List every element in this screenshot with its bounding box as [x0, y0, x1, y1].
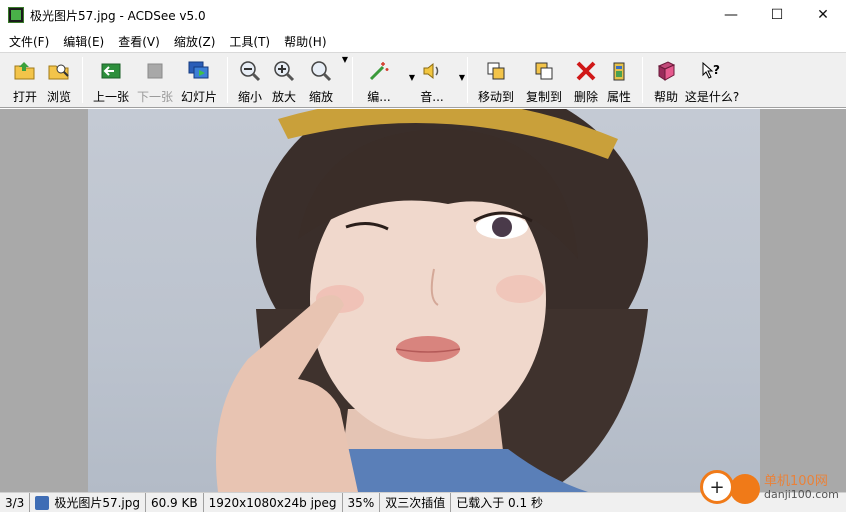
menu-bar: 文件(F) 编辑(E) 查看(V) 缩放(Z) 工具(T) 帮助(H): [0, 30, 846, 52]
menu-view[interactable]: 查看(V): [111, 33, 167, 50]
menu-zoom[interactable]: 缩放(Z): [167, 33, 223, 50]
jpg-file-icon: [35, 495, 50, 510]
zoom-out-button[interactable]: 缩小: [234, 53, 266, 105]
site-watermark: + 单机100网 danji100.com: [700, 466, 846, 512]
help-label: 帮助: [653, 90, 678, 104]
zoom-out-label: 缩小: [237, 90, 262, 104]
magic-wand-icon: [367, 59, 391, 83]
arrow-right-icon: [143, 59, 167, 83]
load-time: 已载入于 0.1 秒: [456, 496, 543, 510]
menu-tools[interactable]: 工具(T): [222, 33, 277, 50]
copy-icon: [532, 59, 556, 83]
copy-to-button[interactable]: 复制到: [522, 53, 566, 105]
zoom-level: 35%: [343, 492, 381, 512]
next-image-label: 下一张: [136, 90, 173, 104]
toolbar-separator: [642, 57, 643, 103]
delete-label: 删除: [573, 90, 598, 104]
title-bar: 极光图片57.jpg - ACDSee v5.0 — ☐ ✕: [0, 0, 846, 30]
audio-dropdown-icon[interactable]: ▼: [459, 73, 465, 82]
zoom-in-button[interactable]: 放大: [266, 53, 302, 105]
zoom-out-icon: [238, 59, 262, 83]
slideshow-button[interactable]: 幻灯片: [177, 53, 221, 105]
zoom-in-label: 放大: [271, 90, 296, 104]
file-name-cell: 极光图片57.jpg: [30, 492, 146, 512]
menu-file[interactable]: 文件(F): [2, 33, 56, 50]
copy-to-label: 复制到: [525, 90, 562, 104]
properties-label: 属性: [606, 90, 631, 104]
menu-help[interactable]: 帮助(H): [277, 33, 333, 50]
whats-this-label: 这是什么?: [684, 90, 740, 104]
whats-this-button[interactable]: ? 这是什么?: [683, 53, 741, 105]
toolbar-separator: [227, 57, 228, 103]
svg-text:?: ?: [713, 63, 720, 77]
watermark-plus-icon: +: [700, 470, 734, 504]
toolbar-separator: [82, 57, 83, 103]
delete-x-icon: [574, 59, 598, 83]
help-button[interactable]: 帮助: [649, 53, 683, 105]
open-label: 打开: [12, 90, 37, 104]
move-icon: [484, 59, 508, 83]
displayed-photo[interactable]: [88, 109, 760, 492]
watermark-logo-back: [730, 474, 760, 504]
slideshow-label: 幻灯片: [180, 90, 217, 104]
file-name: 极光图片57.jpg: [54, 496, 140, 510]
zoom-in-icon: [272, 59, 296, 83]
minimize-button[interactable]: —: [708, 0, 754, 30]
menu-edit[interactable]: 编辑(E): [56, 33, 111, 50]
close-button[interactable]: ✕: [800, 0, 846, 30]
image-dimensions: 1920x1080x24b jpeg: [204, 492, 343, 512]
open-button[interactable]: 打开: [8, 53, 42, 105]
next-image-button[interactable]: 下一张: [133, 53, 177, 105]
move-to-button[interactable]: 移动到: [474, 53, 518, 105]
whats-this-icon: ?: [700, 59, 724, 83]
maximize-button[interactable]: ☐: [754, 0, 800, 30]
zoom-icon: [309, 59, 333, 83]
browse-folder-icon: [47, 59, 71, 83]
properties-icon: [607, 59, 631, 83]
watermark-site-name: 单机100网: [764, 474, 828, 489]
toolbar: 打开 浏览 上一张 下一张 幻灯片 缩小 放大 缩放 ▼ 编... ▼ 音...…: [0, 52, 846, 108]
edit-button[interactable]: 编... ▼: [359, 53, 415, 105]
watermark-url: danji100.com: [764, 488, 839, 501]
image-viewer[interactable]: [0, 109, 846, 492]
interpolation-mode: 双三次插值: [380, 492, 452, 512]
browse-button[interactable]: 浏览: [42, 53, 76, 105]
toolbar-separator: [352, 57, 353, 103]
slideshow-icon: [187, 59, 211, 83]
zoom-label: 缩放: [308, 90, 333, 104]
browse-label: 浏览: [46, 90, 71, 104]
image-position: 3/3: [0, 492, 31, 512]
file-size: 60.9 KB: [146, 492, 204, 512]
prev-image-label: 上一张: [92, 90, 129, 104]
help-book-icon: [654, 59, 678, 83]
speaker-icon: [420, 59, 444, 83]
window-title: 极光图片57.jpg - ACDSee v5.0: [30, 8, 206, 23]
toolbar-separator: [467, 57, 468, 103]
properties-button[interactable]: 属性: [602, 53, 636, 105]
zoom-button[interactable]: 缩放 ▼: [302, 53, 348, 105]
audio-button[interactable]: 音... ▼: [413, 53, 465, 105]
acdsee-app-icon[interactable]: [8, 7, 24, 23]
move-to-label: 移动到: [477, 90, 514, 104]
audio-label: 音...: [420, 90, 444, 104]
delete-button[interactable]: 删除: [570, 53, 602, 105]
prev-image-button[interactable]: 上一张: [89, 53, 133, 105]
zoom-dropdown-icon[interactable]: ▼: [342, 55, 348, 64]
folder-open-icon: [13, 59, 37, 83]
arrow-left-icon: [99, 59, 123, 83]
edit-label: 编...: [367, 90, 391, 104]
